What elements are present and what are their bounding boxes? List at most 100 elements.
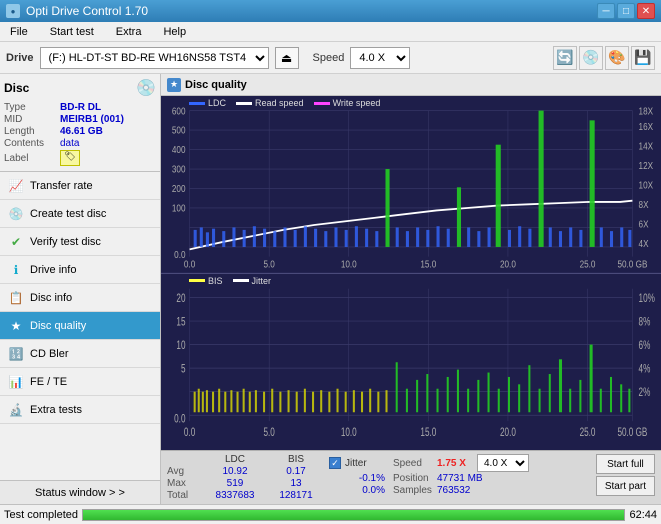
svg-text:10%: 10% (639, 292, 655, 305)
svg-text:6%: 6% (639, 339, 651, 352)
stats-max-jitter: 0.0% (329, 485, 385, 496)
nav-disc-quality[interactable]: ★ Disc quality (0, 312, 160, 340)
nav-cd-bler[interactable]: 🔢 CD Bler (0, 340, 160, 368)
nav-extra-tests[interactable]: 🔬 Extra tests (0, 396, 160, 424)
nav-fe-te-label: FE / TE (30, 376, 67, 388)
speed-val-stat: 1.75 X (437, 458, 473, 469)
menu-help[interactable]: Help (157, 24, 192, 40)
cd-bler-icon: 🔢 (8, 346, 24, 362)
svg-text:10X: 10X (639, 180, 654, 191)
nav-fe-te[interactable]: 📊 FE / TE (0, 368, 160, 396)
svg-text:0.0: 0.0 (184, 426, 196, 439)
progress-bar (82, 509, 625, 521)
stats-ldc-bis: LDC BIS Avg 10.92 0.17 Max 519 13 Tota (167, 454, 321, 501)
svg-text:0.0: 0.0 (174, 413, 186, 426)
svg-text:100: 100 (172, 203, 186, 214)
menu-file[interactable]: File (4, 24, 34, 40)
nav-create-test-disc-label: Create test disc (30, 208, 106, 220)
disc-mid-key: MID (4, 114, 56, 125)
disc-quality-title: Disc quality (185, 79, 247, 91)
stats-max-label: Max (167, 478, 199, 489)
svg-text:600: 600 (172, 106, 186, 117)
ldc-legend-ldc: LDC (208, 98, 226, 108)
svg-text:4%: 4% (639, 363, 651, 376)
stats-avg-label: Avg (167, 466, 199, 477)
svg-text:20.0: 20.0 (500, 259, 516, 270)
svg-text:18X: 18X (639, 106, 654, 117)
nav-verify-test-disc-label: Verify test disc (30, 236, 101, 248)
svg-text:50.0 GB: 50.0 GB (617, 259, 647, 270)
stats-max-bis: 13 (271, 478, 321, 489)
drive-select[interactable]: (F:) HL-DT-ST BD-RE WH16NS58 TST4 (40, 47, 269, 69)
nav-create-test-disc[interactable]: 💿 Create test disc (0, 200, 160, 228)
speed-select[interactable]: 4.0 X 1.0 X 2.0 X 8.0 X (350, 47, 410, 69)
disc-contents-val: data (60, 138, 79, 149)
disc-mid-val: MEIRB1 (001) (60, 114, 124, 125)
menu-extra[interactable]: Extra (110, 24, 148, 40)
disc-contents-key: Contents (4, 138, 56, 149)
bis-chart: BIS Jitter (161, 274, 661, 451)
stats-total-label: Total (167, 490, 199, 501)
drive-info-icon: ℹ (8, 262, 24, 278)
svg-text:5.0: 5.0 (263, 426, 275, 439)
speed-label: Speed (313, 52, 345, 64)
ldc-chart: LDC Read speed Write speed (161, 96, 661, 274)
speed-select-stat[interactable]: 4.0 X (477, 454, 529, 472)
disc-type-key: Type (4, 102, 56, 113)
save-button[interactable]: 💾 (631, 46, 655, 70)
minimize-button[interactable]: ─ (597, 3, 615, 19)
ldc-legend-read: Read speed (255, 98, 304, 108)
ldc-chart-svg: 600 500 400 300 200 100 0.0 0.0 5.0 10.0… (161, 96, 661, 273)
svg-text:10.0: 10.0 (341, 426, 357, 439)
svg-text:6X: 6X (639, 219, 649, 230)
svg-text:4X: 4X (639, 238, 649, 249)
svg-text:14X: 14X (639, 141, 654, 152)
close-button[interactable]: ✕ (637, 3, 655, 19)
sidebar: Disc 💿 Type BD-R DL MID MEIRB1 (001) Len… (0, 74, 161, 504)
jitter-checkbox[interactable]: ✓ (329, 457, 341, 469)
nav-disc-info[interactable]: 📋 Disc info (0, 284, 160, 312)
color-button[interactable]: 🎨 (605, 46, 629, 70)
svg-text:15.0: 15.0 (420, 259, 436, 270)
nav-verify-test-disc[interactable]: ✔ Verify test disc (0, 228, 160, 256)
nav-cd-bler-label: CD Bler (30, 348, 69, 360)
bis-chart-svg: 20 15 10 5 0.0 0.0 5.0 10.0 15.0 20.0 25… (161, 274, 661, 451)
stats-jitter-speed: ✓ Jitter Speed 1.75 X 4.0 X -0.1% Positi… (329, 454, 529, 496)
stats-total-bis: 128171 (271, 490, 321, 501)
titlebar: ● Opti Drive Control 1.70 ─ □ ✕ (0, 0, 661, 22)
disc-quality-header-icon: ★ (167, 78, 181, 92)
svg-text:0.0: 0.0 (184, 259, 195, 270)
menu-start-test[interactable]: Start test (44, 24, 100, 40)
stats-panel: LDC BIS Avg 10.92 0.17 Max 519 13 Tota (161, 450, 661, 504)
refresh-button[interactable]: 🔄 (553, 46, 577, 70)
eject-button[interactable]: ⏏ (275, 47, 299, 69)
svg-text:300: 300 (172, 164, 186, 175)
stats-total-ldc: 8337683 (203, 490, 267, 501)
svg-text:25.0: 25.0 (580, 426, 596, 439)
svg-text:200: 200 (172, 183, 186, 194)
nav-disc-info-label: Disc info (30, 292, 72, 304)
menubar: File Start test Extra Help (0, 22, 661, 42)
disc-label-icon: 🏷 (60, 150, 80, 166)
start-part-button[interactable]: Start part (596, 476, 655, 496)
status-window-label: Status window > > (35, 487, 125, 499)
disc-length-val: 46.61 GB (60, 126, 103, 137)
maximize-button[interactable]: □ (617, 3, 635, 19)
svg-text:50.0 GB: 50.0 GB (617, 426, 647, 439)
extra-tests-icon: 🔬 (8, 402, 24, 418)
status-text: Test completed (4, 509, 78, 521)
status-window-button[interactable]: Status window > > (0, 480, 160, 504)
disc-icon: 💿 (136, 78, 156, 98)
svg-text:8%: 8% (639, 316, 651, 329)
transfer-rate-icon: 📈 (8, 178, 24, 194)
nav-drive-info[interactable]: ℹ Drive info (0, 256, 160, 284)
svg-text:12X: 12X (639, 160, 654, 171)
nav-transfer-rate[interactable]: 📈 Transfer rate (0, 172, 160, 200)
app-title: Opti Drive Control 1.70 (26, 4, 148, 18)
disc-length-key: Length (4, 126, 56, 137)
start-full-button[interactable]: Start full (596, 454, 655, 474)
stats-avg-jitter: -0.1% (329, 473, 385, 484)
content-area: ★ Disc quality LDC Read speed (161, 74, 661, 504)
drivebar: Drive (F:) HL-DT-ST BD-RE WH16NS58 TST4 … (0, 42, 661, 74)
disc-button[interactable]: 💿 (579, 46, 603, 70)
